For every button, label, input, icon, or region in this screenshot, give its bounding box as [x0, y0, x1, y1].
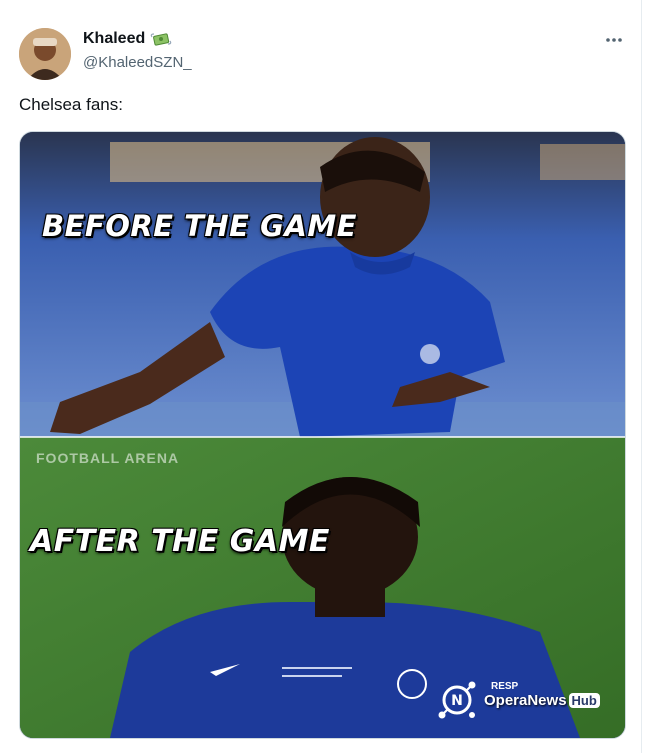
operanews-logo-icon: N — [438, 681, 476, 719]
author-handle[interactable]: @KhaleedSZN_ — [83, 54, 192, 71]
football-arena-watermark: FOOTBALL ARENA — [36, 450, 180, 466]
avatar[interactable] — [19, 28, 71, 80]
operanews-hub: Hub — [568, 692, 600, 708]
operanews-brand: OperaNews — [484, 691, 567, 709]
money-with-wings-icon — [150, 31, 172, 47]
svg-text:N: N — [451, 693, 463, 709]
timeline-border — [641, 0, 642, 753]
operanews-text: OperaNews Hub — [484, 692, 600, 709]
operanews-watermark: N OperaNews Hub — [434, 677, 600, 723]
avatar-image — [19, 28, 71, 80]
more-options-icon[interactable] — [600, 32, 628, 48]
meme-top-caption: BEFORE THE GAME — [42, 209, 357, 243]
meme-bottom-caption: AFTER THE GAME — [30, 524, 330, 559]
display-name-text: Khaleed — [83, 30, 146, 47]
tweet-media[interactable]: BEFORE THE GAME AFTER THE GAME FOOTBALL … — [19, 131, 626, 739]
author-display-name[interactable]: Khaleed — [83, 30, 172, 48]
tweet-text: Chelsea fans: — [19, 95, 123, 114]
